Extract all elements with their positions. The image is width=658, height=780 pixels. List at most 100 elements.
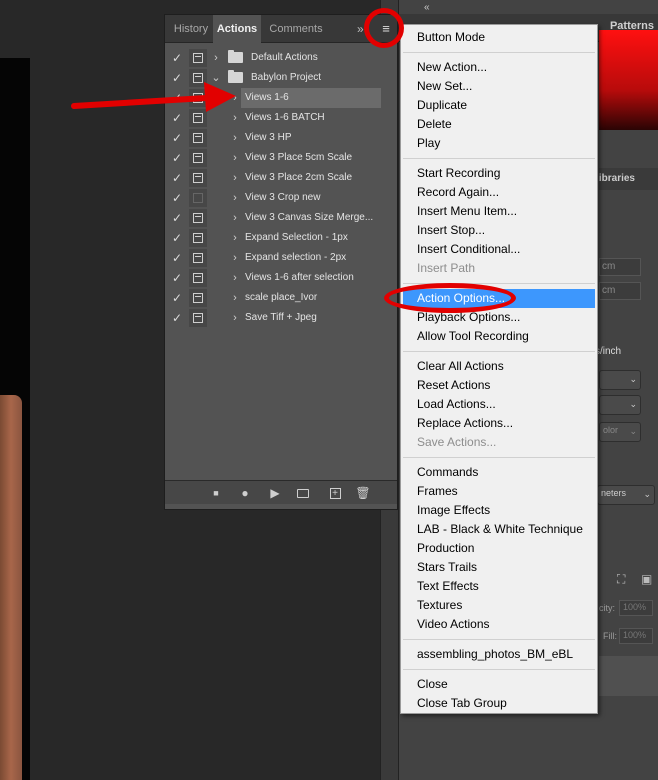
delete-icon[interactable]: 🗑 [354,484,372,502]
action-row[interactable]: ✓ › Views 1-6 [165,88,397,108]
tab-history[interactable]: History [169,15,213,43]
action-set-row[interactable]: ✓ › Default Actions [165,48,397,68]
menu-item[interactable]: Reset Actions [401,376,597,395]
dialog-toggle-icon[interactable] [189,109,207,127]
checkmark-icon[interactable]: ✓ [169,170,185,186]
new-set-icon[interactable] [294,484,312,502]
menu-item[interactable]: Delete [401,115,597,134]
tab-actions[interactable]: Actions [213,15,261,43]
menu-item[interactable]: Replace Actions... [401,414,597,433]
action-row[interactable]: ✓ › View 3 HP [165,128,397,148]
play-icon[interactable]: ▶ [266,484,284,502]
mode-select[interactable]: ⌄ [599,395,641,415]
chevron-right-icon[interactable]: › [229,150,241,166]
menu-item[interactable]: Duplicate [401,96,597,115]
action-row[interactable]: ✓ › Expand selection - 2px [165,248,397,268]
opacity-field[interactable]: 100% [619,600,653,616]
chevron-right-icon[interactable]: › [229,90,241,106]
menu-item[interactable]: Play [401,134,597,153]
menu-item[interactable]: Commands [401,463,597,482]
chevron-right-icon[interactable]: › [229,190,241,206]
dialog-toggle-icon[interactable] [189,249,207,267]
checkmark-icon[interactable]: ✓ [169,230,185,246]
chevron-right-icon[interactable]: › [229,270,241,286]
chevron-right-icon[interactable]: › [210,50,222,66]
menu-item[interactable]: Record Again... [401,183,597,202]
action-row[interactable]: ✓ › View 3 Canvas Size Merge... [165,208,397,228]
dialog-toggle-icon[interactable] [189,309,207,327]
chevron-right-icon[interactable]: › [229,170,241,186]
dialog-toggle-icon[interactable] [189,69,207,87]
action-row[interactable]: ✓ › Save Tiff + Jpeg [165,308,397,328]
checkmark-icon[interactable]: ✓ [169,70,185,86]
action-row[interactable]: ✓ › View 3 Place 5cm Scale [165,148,397,168]
menu-item[interactable]: Close [401,675,597,694]
lock-icon[interactable]: ▣ [641,572,652,586]
width-field[interactable]: cm [599,258,641,276]
menu-item[interactable]: Video Actions [401,615,597,634]
checkmark-icon[interactable]: ✓ [169,290,185,306]
menu-item[interactable]: Image Effects [401,501,597,520]
height-field[interactable]: cm [599,282,641,300]
checkmark-icon[interactable]: ✓ [169,110,185,126]
stop-icon[interactable]: ■ [207,484,225,502]
action-row[interactable]: ✓ › View 3 Place 2cm Scale [165,168,397,188]
checkmark-icon[interactable]: ✓ [169,210,185,226]
checkmark-icon[interactable]: ✓ [169,130,185,146]
menu-item[interactable]: Insert Menu Item... [401,202,597,221]
menu-item[interactable]: Close Tab Group [401,694,597,713]
chevron-right-icon[interactable]: › [229,210,241,226]
checkmark-icon[interactable]: ✓ [169,50,185,66]
menu-item[interactable]: Stars Trails [401,558,597,577]
chevron-right-icon[interactable]: › [229,310,241,326]
units-select[interactable]: neters ⌄ [597,485,655,505]
dialog-toggle-icon[interactable] [189,129,207,147]
chevron-down-icon[interactable]: ⌄ [210,70,222,86]
menu-item[interactable]: Allow Tool Recording [401,327,597,346]
dialog-toggle-icon[interactable] [189,89,207,107]
more-tabs-icon[interactable]: » [357,15,364,43]
dialog-toggle-icon[interactable] [189,209,207,227]
menu-item[interactable]: Text Effects [401,577,597,596]
checkmark-icon[interactable]: ✓ [169,270,185,286]
menu-item[interactable]: Clear All Actions [401,357,597,376]
transform-icon[interactable]: ⛶ [617,572,625,587]
chevron-right-icon[interactable]: › [229,130,241,146]
dialog-toggle-icon[interactable] [189,49,207,67]
menu-item[interactable]: Insert Stop... [401,221,597,240]
dialog-toggle-icon[interactable] [189,289,207,307]
resolution-select[interactable]: ⌄ [599,370,641,390]
menu-item[interactable]: assembling_photos_BM_eBL [401,645,597,664]
dialog-toggle-icon[interactable] [189,149,207,167]
dialog-toggle-icon[interactable] [189,189,207,207]
action-row[interactable]: ✓ › Views 1-6 BATCH [165,108,397,128]
new-action-icon[interactable]: + [326,484,344,502]
action-row[interactable]: ✓ › View 3 Crop new [165,188,397,208]
chevron-right-icon[interactable]: › [229,250,241,266]
chevron-right-icon[interactable]: › [229,230,241,246]
action-row[interactable]: ✓ › Views 1-6 after selection [165,268,397,288]
menu-item[interactable]: Production [401,539,597,558]
menu-item[interactable]: New Action... [401,58,597,77]
checkmark-icon[interactable]: ✓ [169,150,185,166]
collapse-panels-icon[interactable]: « [424,2,430,13]
color-select[interactable]: olor ⌄ [599,422,641,442]
checkmark-icon[interactable]: ✓ [169,190,185,206]
color-picker-field[interactable] [599,30,658,130]
menu-item[interactable]: LAB - Black & White Technique [401,520,597,539]
record-icon[interactable]: ● [236,484,254,502]
checkmark-icon[interactable]: ✓ [169,90,185,106]
dialog-toggle-icon[interactable] [189,169,207,187]
tab-libraries[interactable]: ibraries [599,168,658,190]
menu-item[interactable]: Frames [401,482,597,501]
checkmark-icon[interactable]: ✓ [169,310,185,326]
action-row[interactable]: ✓ › Expand Selection - 1px [165,228,397,248]
chevron-right-icon[interactable]: › [229,290,241,306]
chevron-right-icon[interactable]: › [229,110,241,126]
dialog-toggle-icon[interactable] [189,269,207,287]
menu-item[interactable]: New Set... [401,77,597,96]
menu-item[interactable]: Start Recording [401,164,597,183]
menu-item[interactable]: Button Mode [401,28,597,47]
tab-comments[interactable]: Comments [263,15,329,43]
menu-item[interactable]: Textures [401,596,597,615]
